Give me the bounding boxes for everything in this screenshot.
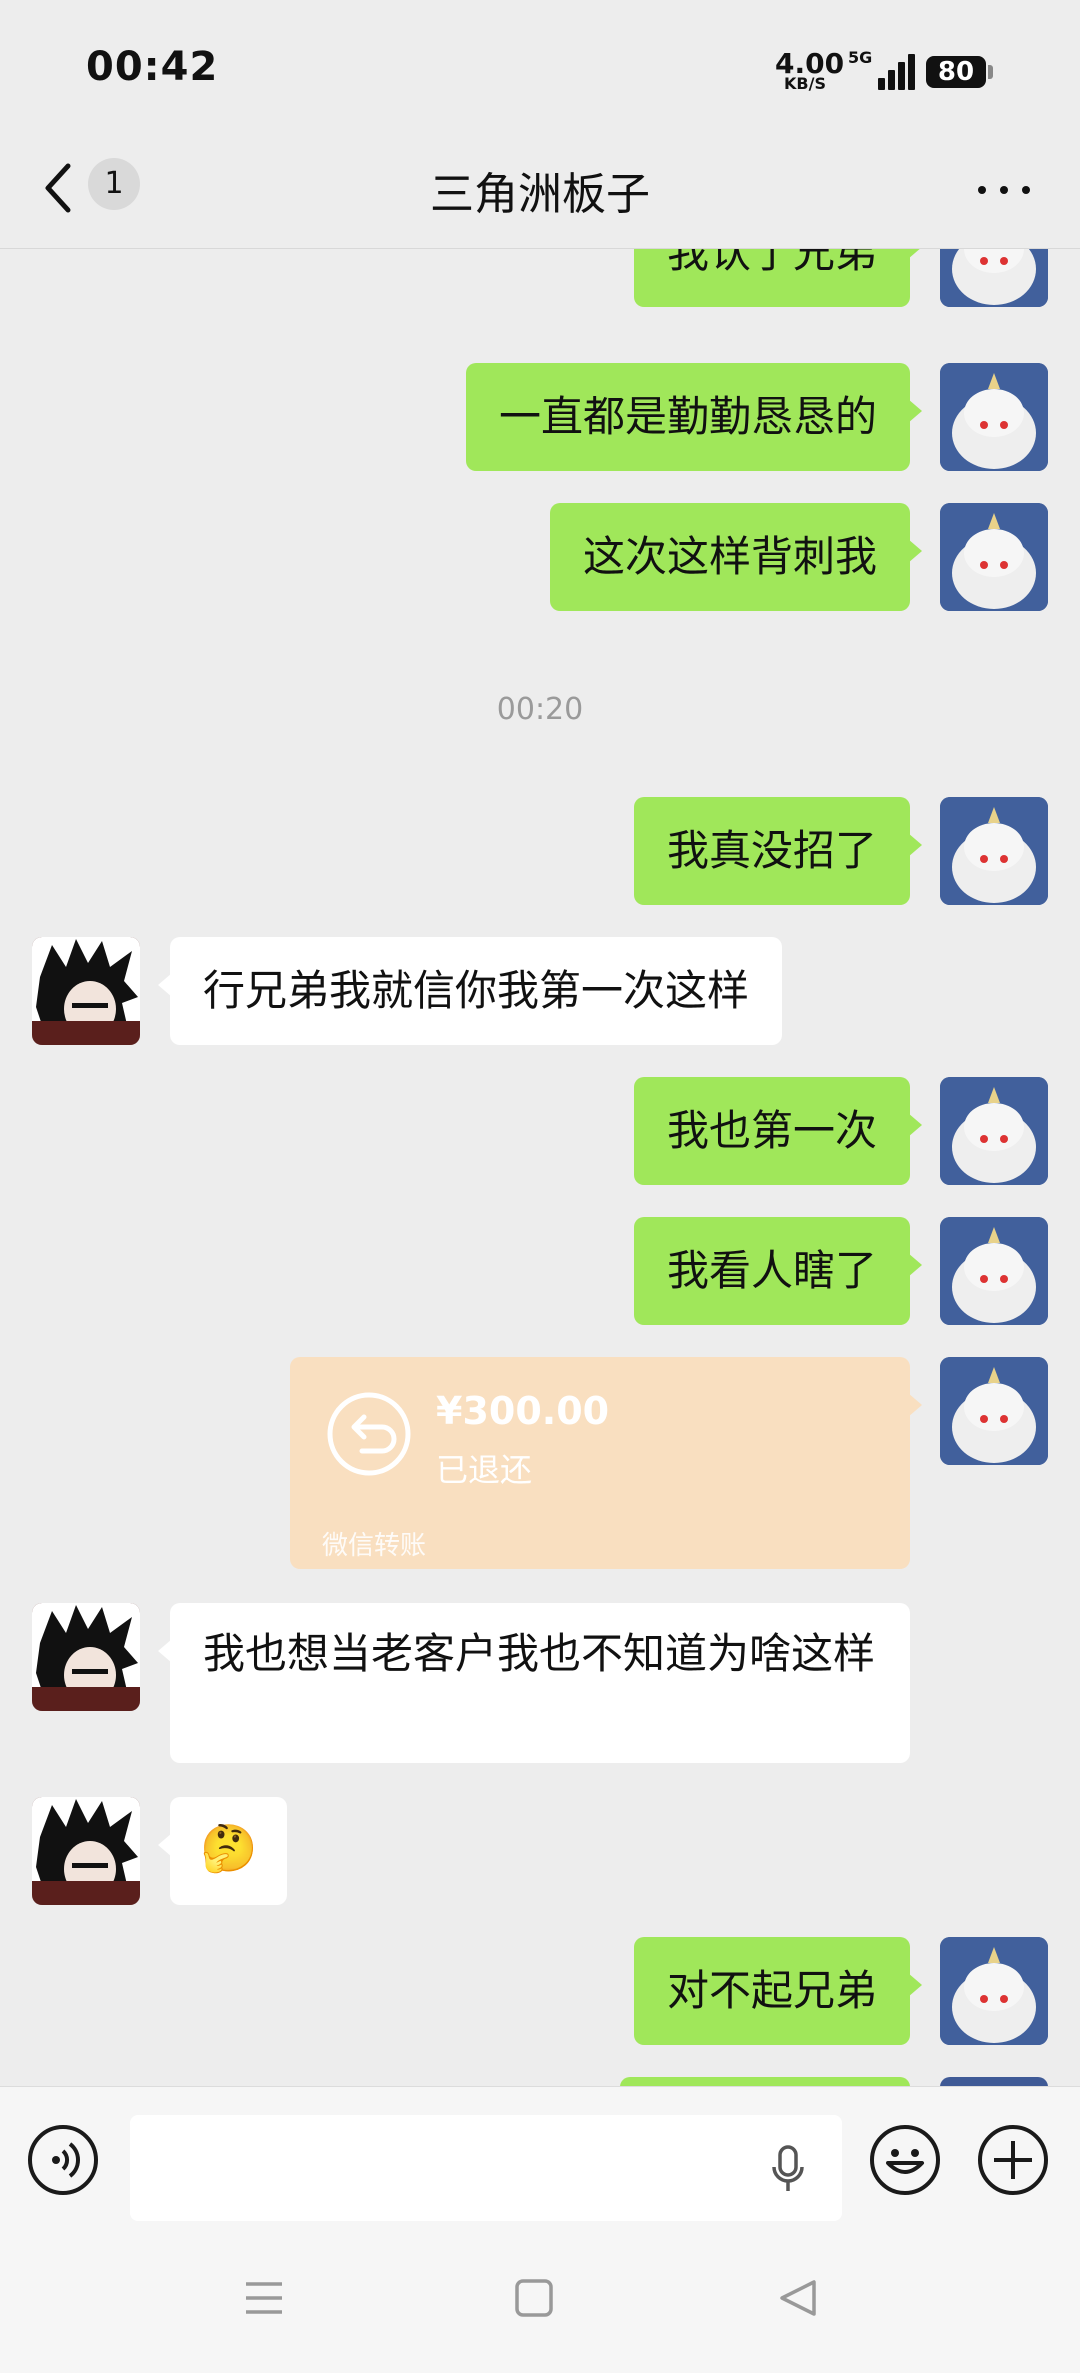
- status-time: 00:42: [86, 44, 219, 90]
- emoji-icon[interactable]: [870, 2125, 940, 2195]
- voice-input-icon[interactable]: [28, 2125, 98, 2195]
- menu-icon[interactable]: [244, 2278, 284, 2322]
- transfer-amount: ¥300.00: [436, 1389, 610, 1433]
- battery-icon: 80: [926, 56, 993, 88]
- message-input[interactable]: [130, 2115, 842, 2221]
- chat-title: 三角洲板子: [430, 169, 650, 220]
- avatar[interactable]: [940, 2077, 1048, 2086]
- avatar[interactable]: [940, 249, 1048, 307]
- message-list[interactable]: 我认了兄弟 一直都是勤勤恳恳的 这次这样背刺我 00:20 我真没招了 行兄弟我…: [0, 249, 1080, 2086]
- avatar[interactable]: [940, 1937, 1048, 2045]
- outgoing-message-partial[interactable]: [620, 2077, 910, 2086]
- outgoing-message[interactable]: 我看人瞎了: [633, 1217, 923, 1325]
- avatar[interactable]: [940, 1357, 1048, 1465]
- status-bar: 00:42 4.00 KB/S 5G 80: [0, 0, 1080, 130]
- transfer-card[interactable]: ¥300.00 已退还 微信转账: [290, 1357, 922, 1569]
- avatar[interactable]: [32, 1797, 140, 1905]
- more-dots-icon[interactable]: [976, 180, 1032, 200]
- outgoing-message[interactable]: 一直都是勤勤恳恳的: [465, 363, 923, 471]
- avatar[interactable]: [940, 1077, 1048, 1185]
- system-navigation: [0, 2234, 1080, 2373]
- avatar[interactable]: [940, 1217, 1048, 1325]
- network-speed: 4.00 KB/S: [775, 50, 844, 92]
- outgoing-message[interactable]: 我也第一次: [633, 1077, 923, 1185]
- avatar[interactable]: [32, 1603, 140, 1711]
- incoming-message[interactable]: 我也想当老客户我也不知道为啥这样: [158, 1603, 910, 1763]
- avatar[interactable]: [940, 503, 1048, 611]
- outgoing-message[interactable]: 我真没招了: [633, 797, 923, 905]
- message-timestamp: 00:20: [496, 692, 584, 727]
- outgoing-message[interactable]: 这次这样背刺我: [549, 503, 923, 611]
- microphone-icon[interactable]: [770, 2145, 806, 2195]
- transfer-label: 微信转账: [322, 1531, 427, 1561]
- outgoing-message[interactable]: 我认了兄弟: [633, 249, 923, 307]
- avatar[interactable]: [940, 797, 1048, 905]
- avatar[interactable]: [940, 363, 1048, 471]
- incoming-emoji-message[interactable]: 🤔: [157, 1797, 288, 1905]
- plus-icon[interactable]: [978, 2125, 1048, 2195]
- transfer-status: 已退还: [436, 1451, 533, 1489]
- input-bar: [0, 2086, 1080, 2235]
- avatar[interactable]: [32, 937, 140, 1045]
- incoming-message[interactable]: 行兄弟我就信你我第一次这样: [157, 937, 783, 1045]
- chat-header: 1 三角洲板子: [0, 130, 1080, 249]
- signal-icon: 5G: [848, 48, 915, 90]
- network-type: 5G: [848, 48, 873, 67]
- return-arrow-icon: [326, 1391, 412, 1477]
- outgoing-message[interactable]: 对不起兄弟: [633, 1937, 923, 2045]
- back-triangle-icon[interactable]: [778, 2278, 818, 2322]
- home-icon[interactable]: [514, 2278, 554, 2322]
